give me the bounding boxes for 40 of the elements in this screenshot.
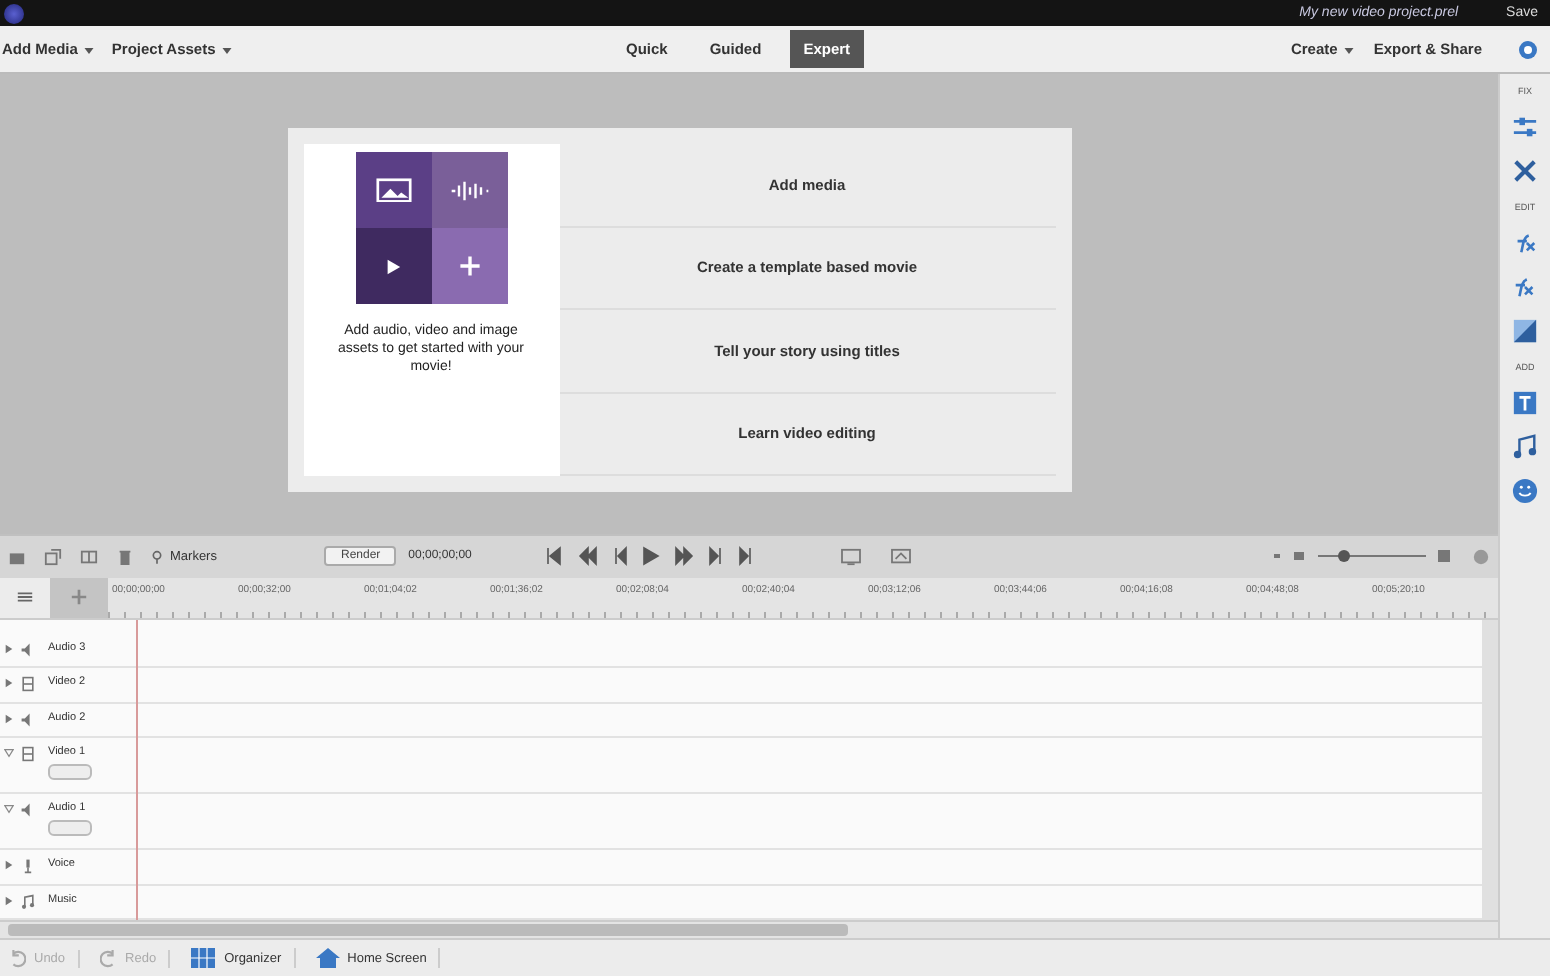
- music-note-icon[interactable]: [20, 893, 36, 910]
- track-options-icon[interactable]: [16, 588, 35, 607]
- add-track-icon[interactable]: [70, 588, 89, 607]
- monitor-icon[interactable]: [839, 547, 862, 566]
- adjust-icon[interactable]: [1512, 114, 1538, 140]
- speaker-icon[interactable]: [20, 711, 36, 728]
- film-icon[interactable]: [20, 746, 36, 763]
- split-icon[interactable]: [80, 547, 98, 566]
- effects-icon[interactable]: [1512, 230, 1538, 256]
- expand-toggle-icon[interactable]: [4, 643, 14, 654]
- expand-toggle-icon[interactable]: [4, 804, 14, 815]
- expand-toggle-icon[interactable]: [4, 678, 14, 689]
- smiley-icon[interactable]: [1512, 478, 1538, 504]
- title-icon[interactable]: [1512, 390, 1538, 416]
- expand-toggle-icon[interactable]: [4, 895, 14, 906]
- caret-icon: [1343, 47, 1354, 54]
- expand-toggle-icon[interactable]: [4, 860, 14, 871]
- microphone-icon[interactable]: [20, 858, 36, 875]
- marker-icon: [152, 549, 162, 564]
- redo-icon: [99, 949, 118, 967]
- monitor-icon[interactable]: [889, 547, 912, 566]
- speaker-icon[interactable]: [20, 641, 36, 658]
- horizontal-scrollbar[interactable]: [0, 920, 1498, 938]
- settings-icon[interactable]: [1518, 39, 1538, 59]
- speaker-icon[interactable]: [20, 802, 36, 819]
- expand-toggle-icon[interactable]: [4, 748, 14, 759]
- caret-icon: [221, 47, 232, 54]
- film-icon[interactable]: [20, 676, 36, 693]
- trash-icon[interactable]: [116, 547, 134, 566]
- zoom-slider-drawing[interactable]: [1274, 548, 1454, 565]
- expand-toggle-icon[interactable]: [4, 713, 14, 724]
- undo-icon: [8, 949, 26, 967]
- grid-icon: [190, 948, 217, 968]
- caret-icon: [83, 47, 94, 54]
- effects-icon[interactable]: [1512, 274, 1538, 300]
- home-icon: [315, 948, 340, 968]
- transitions-icon[interactable]: [1512, 318, 1538, 344]
- music-note-icon[interactable]: [1512, 434, 1538, 460]
- copy-icon[interactable]: [44, 547, 62, 566]
- app-logo-icon: [4, 3, 24, 23]
